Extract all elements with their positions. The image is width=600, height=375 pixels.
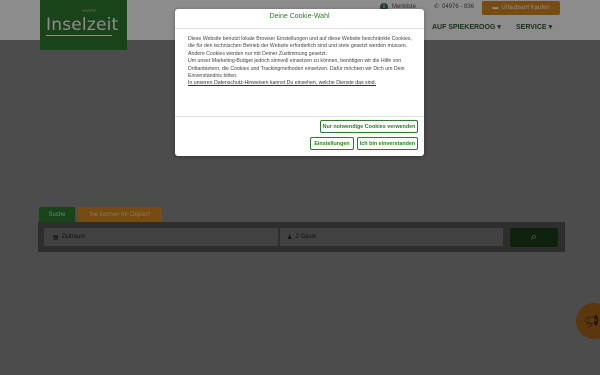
cookie-text: Andere Cookies werden nur mit Deiner Zus… (188, 50, 327, 57)
cookie-text: Um unser Marketing-Budget jedoch sinnvol… (188, 58, 405, 80)
accept-button[interactable]: Ich bin einverstanden (357, 137, 418, 150)
modal-divider (175, 28, 424, 29)
necessary-cookies-button[interactable]: Nur notwendige Cookies verwenden (320, 120, 418, 133)
cookie-modal-body: Diese Website benutzt lokale Browser Ein… (188, 36, 413, 88)
cookie-modal: Deine Cookie-Wahl Diese Website benutzt … (175, 9, 424, 156)
settings-button[interactable]: Einstellungen (310, 137, 354, 150)
privacy-link[interactable]: In unseren Datenschutz-Hinweisen kannst … (188, 80, 413, 87)
modal-divider (175, 116, 424, 117)
cookie-modal-title: Deine Cookie-Wahl (269, 13, 330, 20)
cookie-text: Diese Website benutzt lokale Browser Ein… (188, 36, 412, 50)
